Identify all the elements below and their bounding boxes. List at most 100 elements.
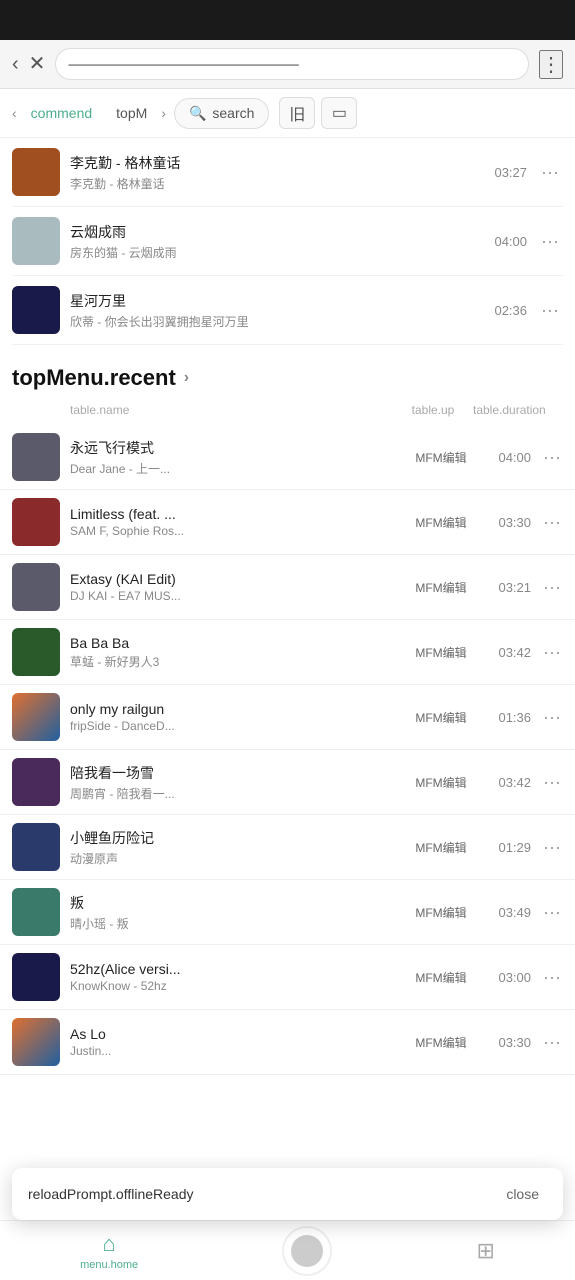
recent-duration: 01:29 [491, 840, 531, 855]
recent-uploader: MFM编辑 [401, 774, 481, 791]
recent-thumbnail [12, 823, 60, 871]
recent-thumbnail [12, 433, 60, 481]
recent-more-button[interactable]: ··· [541, 1032, 563, 1053]
nav-tab-topm[interactable]: topM [106, 99, 157, 127]
recent-more-button[interactable]: ··· [541, 967, 563, 988]
recent-artist: 草蜢 - 新好男人3 [70, 653, 391, 670]
nav-tab-right-arrow[interactable]: › [161, 105, 166, 121]
table-col-name: table.name [70, 403, 393, 417]
browser-more-button[interactable]: ⋮ [539, 50, 563, 79]
recent-duration: 03:49 [491, 905, 531, 920]
song-thumbnail [12, 286, 60, 334]
nav-tab-commend[interactable]: commend [21, 99, 102, 127]
recent-artist: SAM F, Sophie Ros... [70, 524, 391, 538]
recent-title: 52hz(Alice versi... [70, 961, 391, 977]
recent-song-item[interactable]: Ba Ba Ba 草蜢 - 新好男人3 MFM编辑 03:42 ··· [0, 620, 575, 685]
recent-more-button[interactable]: ··· [541, 447, 563, 468]
browser-close-button[interactable]: ✕ [29, 54, 46, 74]
recent-song-item[interactable]: As Lo Justin... MFM编辑 03:30 ··· [0, 1010, 575, 1075]
song-more-button[interactable]: ··· [537, 300, 563, 321]
song-info: 云烟成雨 房东的猫 - 云烟成雨 [70, 222, 484, 261]
recent-section-arrow[interactable]: › [184, 369, 189, 387]
recent-more-button[interactable]: ··· [541, 837, 563, 858]
recent-thumbnail [12, 888, 60, 936]
recent-uploader: MFM编辑 [401, 644, 481, 661]
recent-title: only my railgun [70, 701, 391, 717]
song-item[interactable]: 李克勤 - 格林童话 李克勤 - 格林童话 03:27 ··· [12, 138, 563, 207]
recent-more-button[interactable]: ··· [541, 642, 563, 663]
browser-url-bar[interactable]: ───────────────────────── [55, 48, 529, 80]
recent-info: 永远飞行模式 Dear Jane - 上一... [70, 438, 391, 477]
table-col-duration: table.duration [473, 403, 533, 417]
bottom-nav-right[interactable]: ⊞ [460, 1232, 510, 1270]
song-duration: 04:00 [494, 234, 527, 249]
toast-message: reloadPrompt.offlineReady [28, 1186, 488, 1202]
recent-uploader: MFM编辑 [401, 449, 481, 466]
bottom-nav-center-button[interactable] [282, 1226, 332, 1276]
recent-uploader: MFM编辑 [401, 839, 481, 856]
recent-artist: 周鹏宵 - 陪我看一... [70, 785, 391, 802]
browser-back-button[interactable]: ‹ [12, 54, 19, 74]
song-more-button[interactable]: ··· [537, 231, 563, 252]
recent-duration: 03:42 [491, 775, 531, 790]
search-button[interactable]: 🔍 search [174, 98, 269, 129]
recent-song-item[interactable]: 叛 晴小瑶 - 叛 MFM编辑 03:49 ··· [0, 880, 575, 945]
recent-uploader: MFM编辑 [401, 904, 481, 921]
recent-song-item[interactable]: 52hz(Alice versi... KnowKnow - 52hz MFM编… [0, 945, 575, 1010]
recent-duration: 03:30 [491, 1035, 531, 1050]
song-item[interactable]: 云烟成雨 房东的猫 - 云烟成雨 04:00 ··· [12, 207, 563, 276]
recent-thumbnail [12, 693, 60, 741]
song-title: 李克勤 - 格林童话 [70, 153, 484, 173]
recent-title: Ba Ba Ba [70, 635, 391, 651]
view-btn-old[interactable]: 旧 [279, 97, 315, 129]
recent-song-list: 永远飞行模式 Dear Jane - 上一... MFM编辑 04:00 ···… [0, 425, 575, 1075]
recent-song-item[interactable]: 陪我看一场雪 周鹏宵 - 陪我看一... MFM编辑 03:42 ··· [0, 750, 575, 815]
nav-tab-left-arrow[interactable]: ‹ [12, 105, 17, 121]
recent-artist: KnowKnow - 52hz [70, 979, 391, 993]
view-btn-screen[interactable]: ▭ [321, 97, 357, 129]
home-icon: ⌂ [102, 1231, 115, 1257]
recent-title: 永远飞行模式 [70, 438, 391, 458]
recent-thumbnail [12, 1018, 60, 1066]
table-col-up: table.up [393, 403, 473, 417]
recent-song-item[interactable]: Extasy (KAI Edit) DJ KAI - EA7 MUS... MF… [0, 555, 575, 620]
recent-song-item[interactable]: 小鲤鱼历险记 动漫原声 MFM编辑 01:29 ··· [0, 815, 575, 880]
offline-toast: reloadPrompt.offlineReady close [12, 1168, 563, 1220]
toast-close-button[interactable]: close [498, 1182, 547, 1206]
recent-section-title: topMenu.recent [12, 365, 176, 391]
grid-icon: ⊞ [476, 1238, 494, 1264]
recent-uploader: MFM编辑 [401, 579, 481, 596]
recent-song-item[interactable]: Limitless (feat. ... SAM F, Sophie Ros..… [0, 490, 575, 555]
search-icon: 🔍 [189, 105, 206, 122]
recent-more-button[interactable]: ··· [541, 707, 563, 728]
song-title: 星河万里 [70, 291, 484, 311]
recent-more-button[interactable]: ··· [541, 772, 563, 793]
bottom-nav: ⌂ menu.home ⊞ [0, 1220, 575, 1280]
song-info: 李克勤 - 格林童话 李克勤 - 格林童话 [70, 153, 484, 192]
bottom-nav-center-icon [291, 1235, 323, 1267]
song-item[interactable]: 星河万里 欣蒂 - 你会长出羽翼拥抱星河万里 02:36 ··· [12, 276, 563, 345]
recent-info: 叛 晴小瑶 - 叛 [70, 893, 391, 932]
recent-duration: 03:30 [491, 515, 531, 530]
browser-url-text: ───────────────────────── [68, 57, 516, 72]
recent-song-item[interactable]: 永远飞行模式 Dear Jane - 上一... MFM编辑 04:00 ··· [0, 425, 575, 490]
recent-info: 陪我看一场雪 周鹏宵 - 陪我看一... [70, 763, 391, 802]
recent-more-button[interactable]: ··· [541, 902, 563, 923]
recent-duration: 01:36 [491, 710, 531, 725]
song-thumbnail [12, 217, 60, 265]
song-artist: 李克勤 - 格林童话 [70, 175, 484, 192]
song-more-button[interactable]: ··· [537, 162, 563, 183]
recent-title: As Lo [70, 1026, 391, 1042]
recent-song-item[interactable]: only my railgun fripSide - DanceD... MFM… [0, 685, 575, 750]
recent-more-button[interactable]: ··· [541, 577, 563, 598]
recent-info: As Lo Justin... [70, 1026, 391, 1058]
recent-duration: 03:42 [491, 645, 531, 660]
recent-thumbnail [12, 498, 60, 546]
recent-artist: Justin... [70, 1044, 391, 1058]
song-duration: 02:36 [494, 303, 527, 318]
bottom-nav-home[interactable]: ⌂ menu.home [64, 1225, 154, 1277]
recent-more-button[interactable]: ··· [541, 512, 563, 533]
recent-uploader: MFM编辑 [401, 514, 481, 531]
recent-artist: 晴小瑶 - 叛 [70, 915, 391, 932]
top-song-list: 李克勤 - 格林童话 李克勤 - 格林童话 03:27 ··· 云烟成雨 房东的… [0, 138, 575, 345]
